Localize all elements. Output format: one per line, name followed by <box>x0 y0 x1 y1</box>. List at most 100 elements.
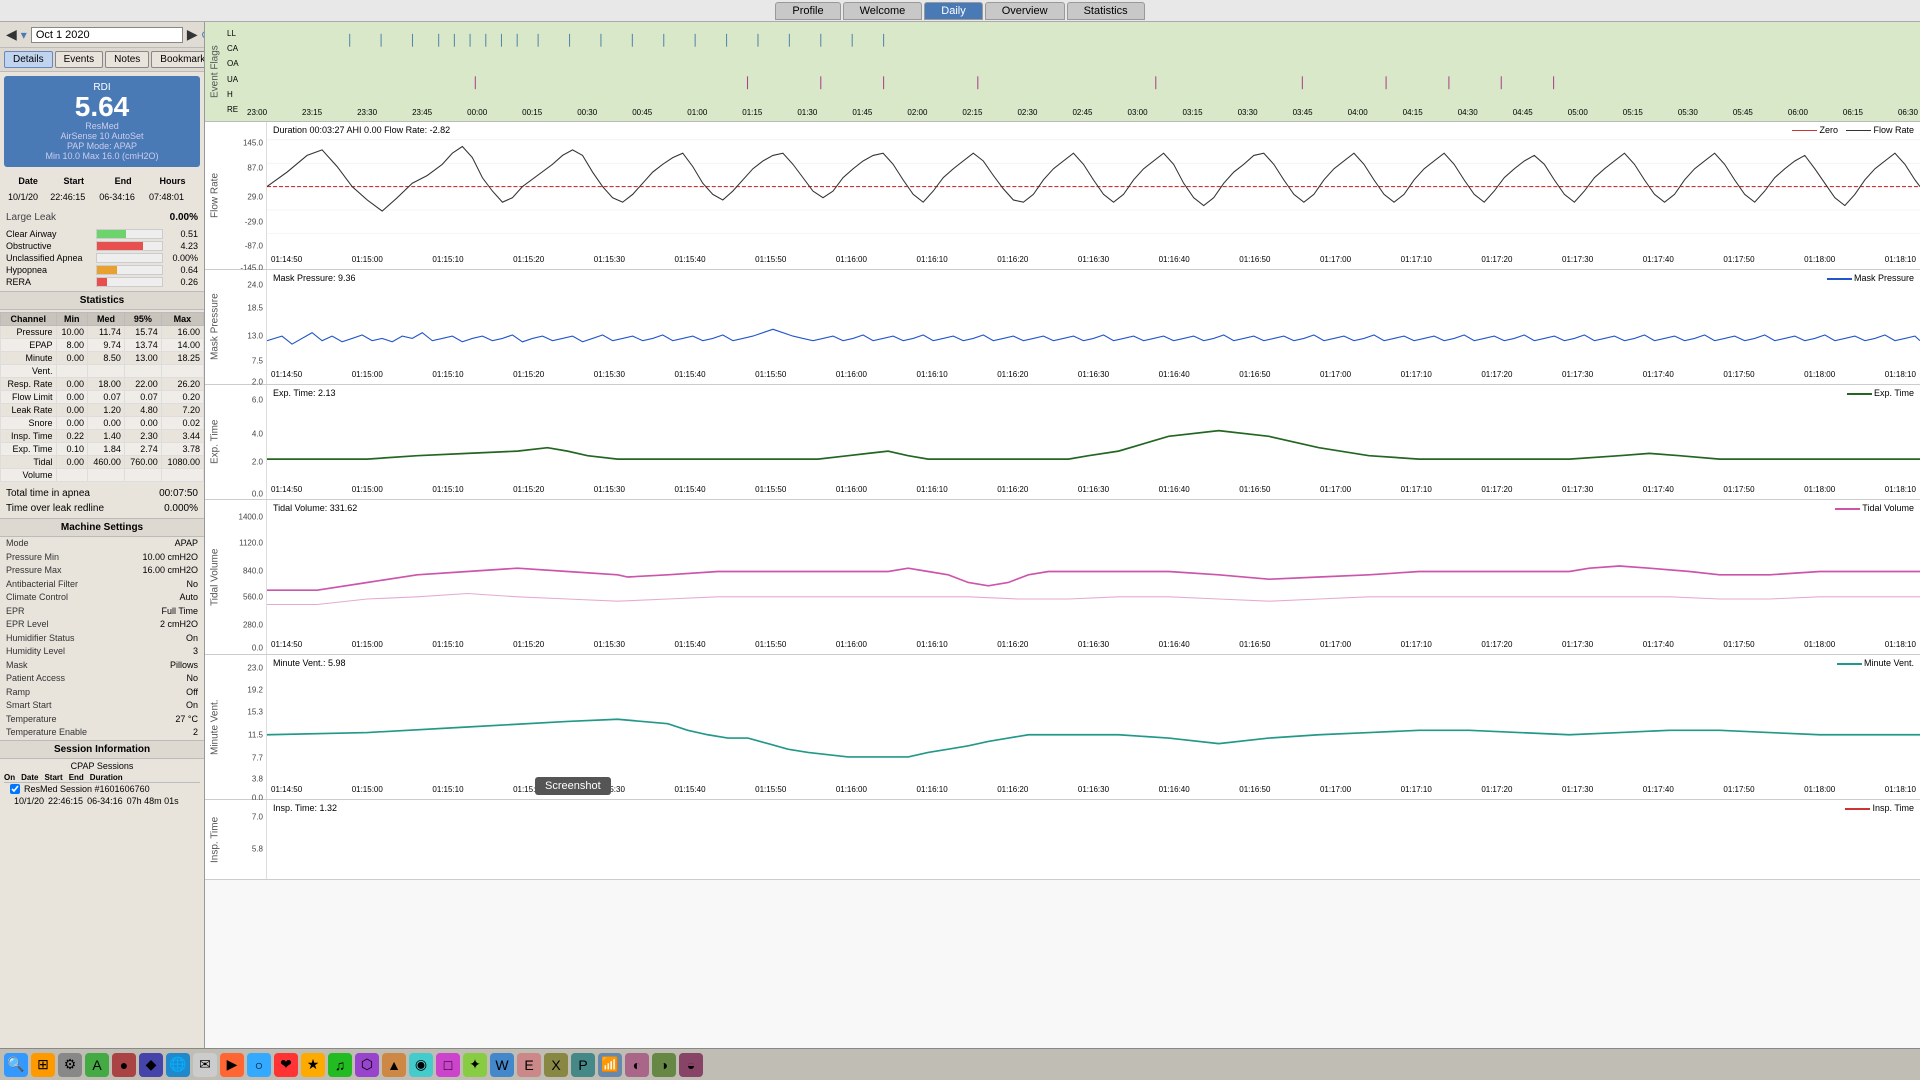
minute-vent-time-axis: 01:14:5001:15:0001:15:1001:15:2001:15:30… <box>267 785 1920 799</box>
insp-time-svg-area[interactable]: Insp. Time: 1.32 Insp. Time <box>267 800 1920 879</box>
table-row: Volume <box>1 469 204 482</box>
tab-overview[interactable]: Overview <box>985 2 1065 20</box>
notes-button[interactable]: Notes <box>105 51 149 68</box>
taskbar-app1[interactable]: A <box>85 1053 109 1077</box>
taskbar-app12[interactable]: □ <box>436 1053 460 1077</box>
tidal-volume-svg-area[interactable]: Tidal Volume: 331.62 Tidal Volume 01:14:… <box>267 500 1920 654</box>
taskbar-app14[interactable]: W <box>490 1053 514 1077</box>
taskbar-app18[interactable]: ◐ <box>625 1053 649 1077</box>
taskbar-app9[interactable]: ⬡ <box>355 1053 379 1077</box>
tidal-volume-y-axis: 1400.0 1120.0 840.0 560.0 280.0 0.0 <box>225 500 267 654</box>
flag-ll: LL <box>227 29 243 38</box>
events-button[interactable]: Events <box>55 51 104 68</box>
mask-pressure-svg-area[interactable]: Mask Pressure: 9.36 Mask Pressure 01:14:… <box>267 270 1920 384</box>
table-row: Snore0.000.000.000.02 <box>1 417 204 430</box>
tidal-volume-label: Tidal Volume <box>205 500 225 654</box>
taskbar-app19[interactable]: ◑ <box>652 1053 676 1077</box>
table-row: Vent. <box>1 365 204 378</box>
statistics-title: Statistics <box>0 291 204 310</box>
taskbar-system-prefs[interactable]: ⚙ <box>58 1053 82 1077</box>
event-unclassified: Unclassified Apnea 0.00% <box>6 253 198 263</box>
calendar-icon: ▾ <box>21 28 27 42</box>
taskbar-app7[interactable]: ★ <box>301 1053 325 1077</box>
session-end: 06-34:16 <box>99 191 147 205</box>
taskbar-app8[interactable]: ♫ <box>328 1053 352 1077</box>
table-row: Exp. Time0.101.842.743.78 <box>1 443 204 456</box>
exp-time-label: Exp. Time <box>205 385 225 499</box>
taskbar-app5[interactable]: ○ <box>247 1053 271 1077</box>
rdi-box: RDI 5.64 ResMed AirSense 10 AutoSet PAP … <box>4 76 200 167</box>
tab-statistics[interactable]: Statistics <box>1067 2 1145 20</box>
insp-time-label: Insp. Time <box>205 800 225 879</box>
taskbar-app17[interactable]: P <box>571 1053 595 1077</box>
top-navigation: Profile Welcome Daily Overview Statistic… <box>0 0 1920 22</box>
prev-date-arrow[interactable]: ◀ <box>6 26 17 43</box>
taskbar-app13[interactable]: ✦ <box>463 1053 487 1077</box>
table-row: Resp. Rate0.0018.0022.0026.20 <box>1 378 204 391</box>
session-row: ResMed Session #1601606760 <box>4 783 200 795</box>
screenshot-tooltip: Screenshot <box>535 777 611 795</box>
insp-time-legend: Insp. Time <box>1845 803 1914 813</box>
taskbar-app3[interactable]: ◆ <box>139 1053 163 1077</box>
device-model: AirSense 10 AutoSet <box>8 131 196 141</box>
table-row: Pressure10.0011.7415.7416.00 <box>1 326 204 339</box>
taskbar-mail[interactable]: ✉ <box>193 1053 217 1077</box>
taskbar-finder[interactable]: 🔍 <box>4 1053 28 1077</box>
minute-vent-svg-area[interactable]: Minute Vent.: 5.98 Minute Vent. 01:14:50… <box>267 655 1920 799</box>
taskbar-app11[interactable]: ◉ <box>409 1053 433 1077</box>
details-button[interactable]: Details <box>4 51 53 68</box>
tidal-volume-time-axis: 01:14:5001:15:0001:15:1001:15:2001:15:30… <box>267 640 1920 654</box>
table-row: Flow Limit0.000.070.070.20 <box>1 391 204 404</box>
taskbar-app4[interactable]: ▶ <box>220 1053 244 1077</box>
minute-vent-chart[interactable]: Minute Vent. 23.0 19.2 15.3 11.5 7.7 3.8… <box>205 655 1920 800</box>
tab-welcome[interactable]: Welcome <box>843 2 923 20</box>
next-date-arrow[interactable]: ▶ <box>187 26 198 43</box>
tidal-volume-header: Tidal Volume: 331.62 <box>273 503 357 513</box>
session-details: 10/1/20 22:46:15 06-34:16 07h 48m 01s <box>4 795 200 807</box>
flow-rate-svg-area[interactable]: Duration 00:03:27 AHI 0.00 Flow Rate: -2… <box>267 122 1920 269</box>
flag-oa: OA <box>227 59 243 68</box>
taskbar-app16[interactable]: X <box>544 1053 568 1077</box>
flow-rate-svg <box>267 122 1920 269</box>
flow-rate-chart[interactable]: Flow Rate 145.0 87.0 29.0 -29.0 -87.0 -1… <box>205 122 1920 270</box>
exp-time-svg-area[interactable]: Exp. Time: 2.13 Exp. Time 01:14:5001:15:… <box>267 385 1920 499</box>
session-name: ResMed Session #1601606760 <box>24 784 150 794</box>
table-row: Leak Rate0.001.204.807.20 <box>1 404 204 417</box>
mask-pressure-header: Mask Pressure: 9.36 <box>273 273 356 283</box>
taskbar-app6[interactable]: ❤ <box>274 1053 298 1077</box>
machine-settings-list: ModeAPAP Pressure Min10.00 cmH2O Pressur… <box>0 537 204 740</box>
tidal-volume-svg <box>267 500 1920 654</box>
tidal-volume-chart[interactable]: Tidal Volume 1400.0 1120.0 840.0 560.0 2… <box>205 500 1920 655</box>
minute-vent-legend: Minute Vent. <box>1837 658 1914 668</box>
overview-chart[interactable] <box>245 22 1920 103</box>
insp-time-y-axis: 7.0 5.8 <box>225 800 267 879</box>
flag-ua: UA <box>227 75 243 84</box>
tab-daily[interactable]: Daily <box>924 2 982 20</box>
minute-vent-svg <box>267 655 1920 799</box>
flow-rate-header: Duration 00:03:27 AHI 0.00 Flow Rate: -2… <box>273 125 450 135</box>
flag-ca: CA <box>227 44 243 53</box>
flow-rate-legend: Zero Flow Rate <box>1792 125 1914 135</box>
taskbar-app20[interactable]: ◒ <box>679 1053 703 1077</box>
sidebar: ◀ ▾ ▶ ⟳ Details Events Notes Bookmarks R… <box>0 22 205 1048</box>
session-checkbox[interactable] <box>10 784 20 794</box>
mask-pressure-chart[interactable]: Mask Pressure 24.0 18.5 13.0 7.5 2.0 Mas… <box>205 270 1920 385</box>
exp-time-chart[interactable]: Exp. Time 6.0 4.0 2.0 0.0 Exp. Time: 2.1… <box>205 385 1920 500</box>
large-leak-value: 0.00% <box>170 210 198 225</box>
exp-time-time-axis: 01:14:5001:15:0001:15:1001:15:2001:15:30… <box>267 485 1920 499</box>
date-input[interactable] <box>31 27 183 43</box>
bookmarks-button[interactable]: Bookmarks <box>151 51 205 68</box>
taskbar-launchpad[interactable]: ⊞ <box>31 1053 55 1077</box>
taskbar-app2[interactable]: ● <box>112 1053 136 1077</box>
taskbar-wifi[interactable]: 📶 <box>598 1053 622 1077</box>
event-flags-label: Event Flags <box>205 22 225 121</box>
insp-time-chart[interactable]: Insp. Time 7.0 5.8 Insp. Time: 1.32 Insp… <box>205 800 1920 880</box>
taskbar-browser[interactable]: 🌐 <box>166 1053 190 1077</box>
stat-col-channel: Channel <box>1 313 57 326</box>
tidal-volume-legend: Tidal Volume <box>1835 503 1914 513</box>
tab-profile[interactable]: Profile <box>775 2 840 20</box>
device-min-max: Min 10.0 Max 16.0 (cmH2O) <box>8 151 196 161</box>
taskbar-app15[interactable]: E <box>517 1053 541 1077</box>
apnea-info: Total time in apnea 00:07:50 Time over l… <box>0 484 204 518</box>
taskbar-app10[interactable]: ▲ <box>382 1053 406 1077</box>
